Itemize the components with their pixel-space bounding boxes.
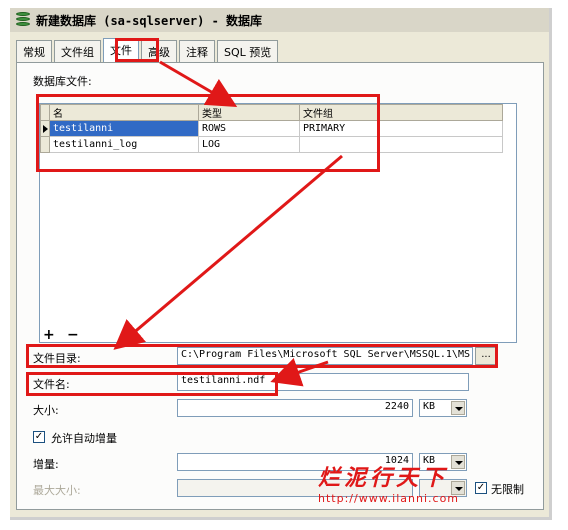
table-row[interactable]: testilanni ROWS PRIMARY	[40, 120, 503, 137]
tab-bar: 常规 文件组 文件 高级 注释 SQL 预览	[16, 38, 280, 62]
cell-name[interactable]: testilanni_log	[49, 136, 199, 153]
cell-type[interactable]: ROWS	[198, 120, 300, 137]
autogrow-label: 允许自动增量	[51, 432, 117, 445]
unlimited-label: 无限制	[491, 483, 524, 496]
column-header-type[interactable]: 类型	[198, 104, 300, 121]
growth-label: 增量:	[33, 458, 59, 471]
chevron-down-icon[interactable]	[451, 401, 465, 415]
tab-advanced[interactable]: 高级	[141, 40, 177, 62]
autogrow-checkbox[interactable]: ✓	[33, 431, 45, 443]
cell-filegroup[interactable]: PRIMARY	[299, 120, 503, 137]
watermark-title: 烂泥行天下	[318, 465, 449, 491]
database-files-label: 数据库文件:	[33, 75, 92, 88]
remove-file-button[interactable]: −	[67, 327, 79, 343]
cell-type[interactable]: LOG	[198, 136, 300, 153]
table-row[interactable]: testilanni_log LOG	[40, 136, 503, 153]
cell-filegroup[interactable]	[299, 136, 503, 153]
files-grid[interactable]: 名 类型 文件组 testilanni ROWS PRIMARY testila	[39, 103, 517, 343]
row-selector	[40, 136, 50, 153]
size-unit-value: KB	[423, 401, 436, 412]
size-unit-select[interactable]: KB	[419, 399, 467, 417]
column-header-filegroup[interactable]: 文件组	[299, 104, 503, 121]
filename-field[interactable]: testilanni.ndf	[177, 373, 469, 391]
column-header-name[interactable]: 名	[49, 104, 199, 121]
window-title: 新建数据库 (sa-sqlserver) - 数据库	[36, 13, 263, 28]
size-field[interactable]: 2240	[177, 399, 413, 417]
current-row-icon	[43, 124, 48, 133]
title-bar: 新建数据库 (sa-sqlserver) - 数据库	[10, 8, 549, 32]
watermark: 烂泥行天下 http://www.ilanni.com	[318, 460, 459, 505]
filename-label: 文件名:	[33, 378, 70, 391]
tab-general[interactable]: 常规	[16, 40, 52, 62]
add-file-button[interactable]: +	[43, 327, 55, 343]
tab-files[interactable]: 文件	[103, 38, 139, 62]
tab-comment[interactable]: 注释	[179, 40, 215, 62]
directory-field[interactable]: C:\Program Files\Microsoft SQL Server\MS…	[177, 347, 473, 365]
files-panel: 数据库文件: 名 类型 文件组 testilanni ROWS PRIMARY …	[16, 62, 544, 510]
size-label: 大小:	[33, 404, 59, 417]
browse-button[interactable]: ...	[475, 347, 497, 365]
dialog-window: 新建数据库 (sa-sqlserver) - 数据库 常规 文件组 文件 高级 …	[10, 8, 552, 520]
row-pointer	[40, 120, 50, 137]
tab-sql-preview[interactable]: SQL 预览	[217, 40, 279, 62]
database-icon	[16, 12, 30, 28]
tab-filegroups[interactable]: 文件组	[54, 40, 101, 62]
cell-name[interactable]: testilanni	[49, 120, 199, 137]
unlimited-checkbox[interactable]: ✓	[475, 482, 487, 494]
watermark-url: http://www.ilanni.com	[318, 492, 460, 505]
maxsize-label: 最大大小:	[33, 484, 81, 497]
row-header-corner	[40, 104, 50, 121]
directory-label: 文件目录:	[33, 352, 81, 365]
